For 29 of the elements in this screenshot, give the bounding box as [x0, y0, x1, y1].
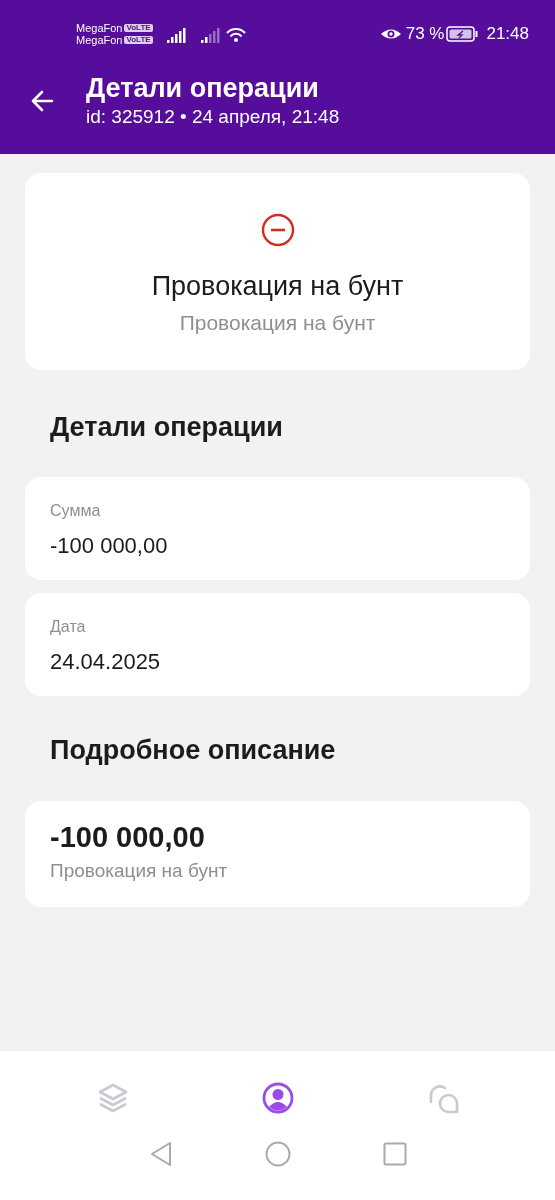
carrier-name: MegaFon [76, 22, 123, 34]
field-value: 24.04.2025 [50, 648, 162, 676]
profile-icon [261, 1082, 294, 1114]
wifi-icon [224, 25, 247, 43]
battery-percent: 73 % [405, 23, 445, 46]
field-value: -100 000,00 [50, 532, 169, 560]
volte-badge: VoLTE [124, 36, 153, 44]
layers-icon [96, 1082, 129, 1114]
operation-category: Провокация на бунт [179, 310, 376, 336]
field-label: Дата [50, 617, 87, 637]
description-text: Провокация на бунт [50, 859, 229, 883]
signal-icon [200, 25, 221, 43]
operation-subtitle: id: 325912 • 24 апреля, 21:48 [86, 105, 340, 129]
section-heading: Детали операции [50, 411, 284, 444]
section-heading: Подробное описание [50, 734, 337, 767]
amount: -100 000,00 [50, 820, 206, 855]
back-button[interactable] [30, 88, 56, 114]
signal-icon [166, 25, 187, 43]
battery-icon [446, 26, 479, 42]
carrier-name: MegaFon [76, 34, 123, 46]
volte-badge: VoLTE [124, 24, 153, 32]
recents-button[interactable] [382, 1142, 407, 1166]
minus-circle-icon [260, 213, 295, 247]
field-label: Сумма [50, 501, 102, 521]
operation-title: Провокация на бунт [151, 270, 404, 303]
system-back-button[interactable] [148, 1141, 173, 1167]
home-button[interactable] [264, 1141, 291, 1167]
screen-title: Детали операции [86, 72, 320, 104]
clock: 21:48 [486, 23, 529, 46]
